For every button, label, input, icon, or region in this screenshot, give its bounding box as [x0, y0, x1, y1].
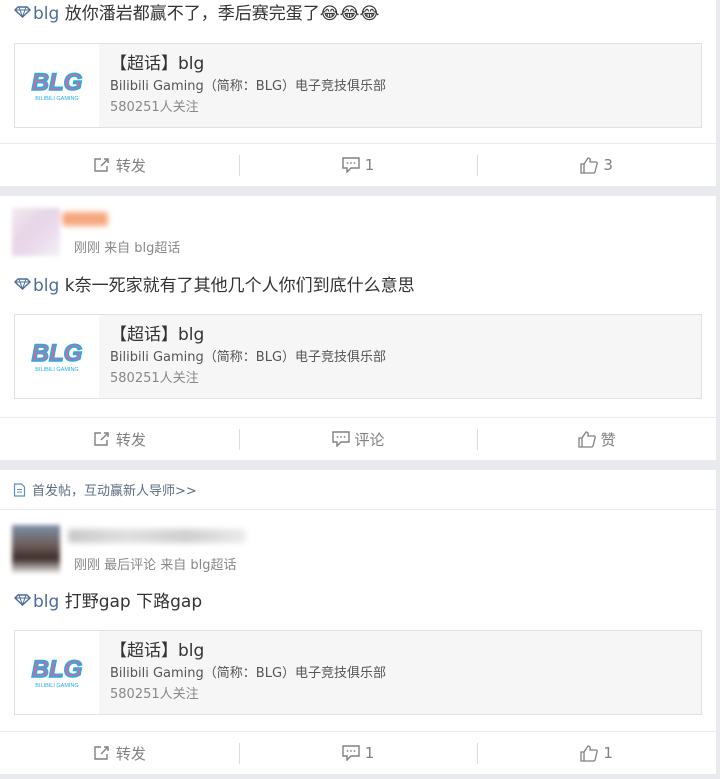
repost-icon	[94, 746, 109, 760]
user-header: 刚刚 来自 blg超话	[0, 196, 716, 264]
post-body: 放你潘岩都赢不了，季后赛完蛋了	[64, 4, 320, 24]
card-fans: 580251人关注	[110, 100, 199, 115]
emoji-laugh-3: 😂	[359, 4, 380, 24]
comment-button[interactable]: 1	[238, 732, 478, 774]
topic-link[interactable]: blg	[33, 592, 59, 612]
comment-label: 评论	[354, 430, 385, 449]
username[interactable]	[68, 529, 246, 543]
comment-icon	[342, 745, 360, 761]
blg-logo: BLG BILIBILI GAMING	[15, 44, 99, 127]
user-header: 刚刚 最后评论 来自 blg超话	[0, 510, 716, 584]
like-label: 赞	[600, 430, 616, 449]
post-source: 刚刚 来自 blg超话	[74, 241, 181, 256]
username[interactable]	[62, 212, 108, 226]
repost-label: 转发	[115, 744, 146, 763]
emoji-laugh-2: 😂	[339, 4, 360, 24]
like-count: 1	[603, 744, 613, 762]
comment-button[interactable]: 1	[238, 144, 478, 186]
post-body: k奈一死家就有了其他几个人你们到底什么意思	[64, 276, 415, 296]
card-fans: 580251人关注	[110, 371, 199, 386]
card-title: 【超话】blg	[110, 641, 205, 661]
action-bar: 转发 1 1	[0, 731, 716, 774]
super-topic-icon	[14, 278, 31, 290]
comment-icon	[342, 157, 360, 173]
separator	[0, 186, 720, 196]
like-button[interactable]: 3	[477, 144, 716, 186]
topic-link[interactable]: blg	[33, 4, 59, 24]
super-topic-card[interactable]: BLG BILIBILI GAMING 【超话】blg Bilibili Gam…	[14, 630, 702, 715]
super-topic-card[interactable]: BLG BILIBILI GAMING 【超话】blg Bilibili Gam…	[14, 314, 702, 399]
super-topic-icon	[14, 6, 31, 18]
card-desc: Bilibili Gaming（简称：BLG）电子竞技俱乐部	[110, 666, 387, 681]
repost-icon	[94, 158, 109, 172]
logo-text: BLG	[32, 656, 83, 683]
thumbs-up-icon	[578, 430, 596, 448]
repost-button[interactable]: 转发	[0, 732, 239, 774]
comment-count: 1	[364, 156, 375, 174]
comment-icon	[331, 431, 350, 447]
avatar[interactable]	[12, 525, 60, 573]
post-body: 打野gap 下路gap	[64, 592, 203, 612]
repost-label: 转发	[115, 156, 146, 175]
emoji-laugh-1: 😂	[319, 4, 340, 24]
card-title: 【超话】blg	[110, 325, 205, 345]
post-source: 刚刚 最后评论 来自 blg超话	[74, 558, 237, 573]
post-text: blg 放你潘岩都赢不了，季后赛完蛋了😂😂😂	[0, 0, 716, 26]
blg-logo: BLG BILIBILI GAMING	[15, 315, 99, 398]
post-1: blg 放你潘岩都赢不了，季后赛完蛋了😂😂😂 BLG BILIBILI GAMI…	[0, 0, 716, 186]
card-fans: 580251人关注	[110, 687, 199, 702]
like-button[interactable]: 赞	[477, 418, 716, 460]
post-text: blg 打野gap 下路gap	[0, 584, 716, 614]
avatar[interactable]	[12, 208, 60, 256]
logo-text: BLG	[32, 340, 83, 367]
notice-text: 首发帖，互动赢新人导师>>	[32, 484, 197, 499]
card-desc: Bilibili Gaming（简称：BLG）电子竞技俱乐部	[110, 79, 387, 94]
like-count: 3	[603, 156, 613, 174]
post-3: 刚刚 最后评论 来自 blg超话 blg 打野gap 下路gap BLG BIL…	[0, 510, 716, 774]
new-post-notice[interactable]: 首发帖，互动赢新人导师>>	[0, 470, 716, 510]
card-desc: Bilibili Gaming（简称：BLG）电子竞技俱乐部	[110, 350, 387, 365]
logo-text: BLG	[32, 69, 83, 96]
document-icon	[13, 482, 26, 497]
repost-button[interactable]: 转发	[0, 144, 239, 186]
action-bar: 转发 1 3	[0, 143, 716, 186]
repost-label: 转发	[115, 430, 146, 449]
topic-link[interactable]: blg	[33, 276, 59, 296]
separator	[0, 460, 720, 470]
card-title: 【超话】blg	[110, 54, 205, 74]
super-topic-card[interactable]: BLG BILIBILI GAMING 【超话】blg Bilibili Gam…	[14, 43, 702, 128]
blg-logo: BLG BILIBILI GAMING	[15, 631, 99, 714]
post-2: 刚刚 来自 blg超话 blg k奈一死家就有了其他几个人你们到底什么意思 BL…	[0, 196, 716, 460]
super-topic-icon	[14, 594, 31, 606]
thumbs-up-icon	[580, 156, 599, 174]
repost-icon	[94, 432, 109, 446]
logo-subtext: BILIBILI GAMING	[35, 367, 78, 373]
repost-button[interactable]: 转发	[0, 418, 239, 460]
logo-subtext: BILIBILI GAMING	[35, 683, 78, 689]
comment-count: 1	[364, 744, 375, 762]
action-bar: 转发 评论 赞	[0, 417, 716, 460]
like-button[interactable]: 1	[477, 732, 716, 774]
comment-button[interactable]: 评论	[238, 418, 478, 460]
post-text: blg k奈一死家就有了其他几个人你们到底什么意思	[0, 264, 716, 298]
thumbs-up-icon	[580, 744, 599, 762]
logo-subtext: BILIBILI GAMING	[35, 96, 78, 102]
